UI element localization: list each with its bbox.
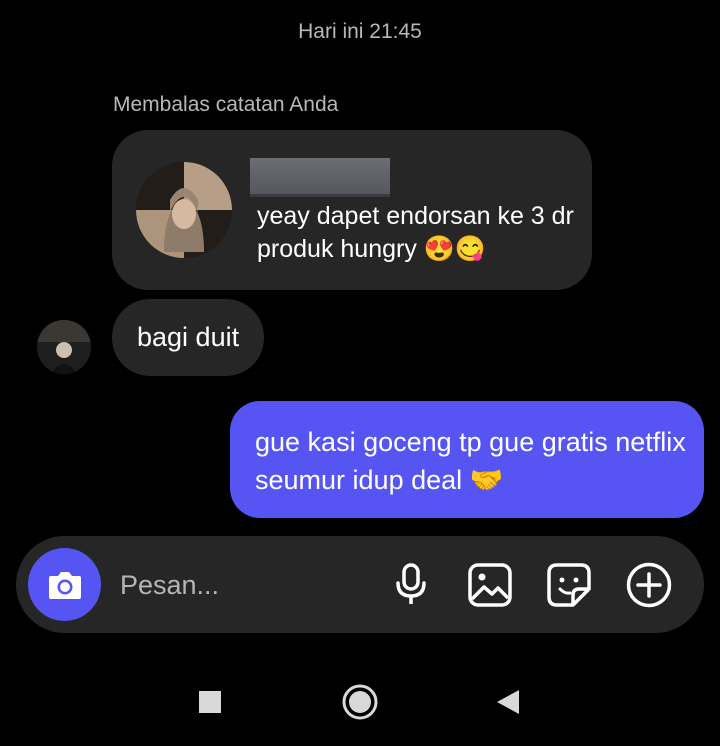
home-button[interactable] [340, 682, 380, 722]
camera-icon [48, 571, 81, 599]
timestamp: Hari ini 21:45 [298, 20, 422, 43]
message-input[interactable] [120, 564, 360, 606]
redacted-username [250, 158, 390, 197]
microphone-button[interactable] [388, 562, 434, 608]
message-outgoing[interactable]: gue kasi goceng tp gue gratis netflix se… [230, 401, 704, 518]
back-button[interactable] [488, 682, 528, 722]
camera-button[interactable] [28, 548, 101, 621]
sticker-button[interactable] [546, 562, 592, 608]
reply-caption: Membalas catatan Anda [113, 93, 339, 116]
note-text: yeay dapet endorsan ke 3 dr produk hungr… [257, 202, 574, 263]
recents-button[interactable] [190, 682, 230, 722]
gallery-button[interactable] [467, 562, 513, 608]
note-avatar [136, 162, 232, 258]
system-navigation-bar [0, 660, 720, 746]
note-reply-bubble[interactable]: yeay dapet endorsan ke 3 dr produk hungr… [112, 130, 592, 290]
add-icon [626, 562, 672, 608]
gallery-icon [468, 563, 512, 607]
message-incoming[interactable]: bagi duit [112, 299, 265, 376]
back-triangle-icon [497, 690, 519, 714]
sender-avatar[interactable] [37, 320, 91, 374]
home-circle-icon [342, 684, 378, 720]
add-button[interactable] [626, 562, 672, 608]
microphone-icon [396, 563, 426, 604]
message-composer [16, 536, 704, 633]
message-outgoing-text: gue kasi goceng tp gue gratis netflix se… [255, 427, 686, 495]
sticker-icon [547, 563, 591, 607]
recents-square-icon [199, 691, 221, 713]
